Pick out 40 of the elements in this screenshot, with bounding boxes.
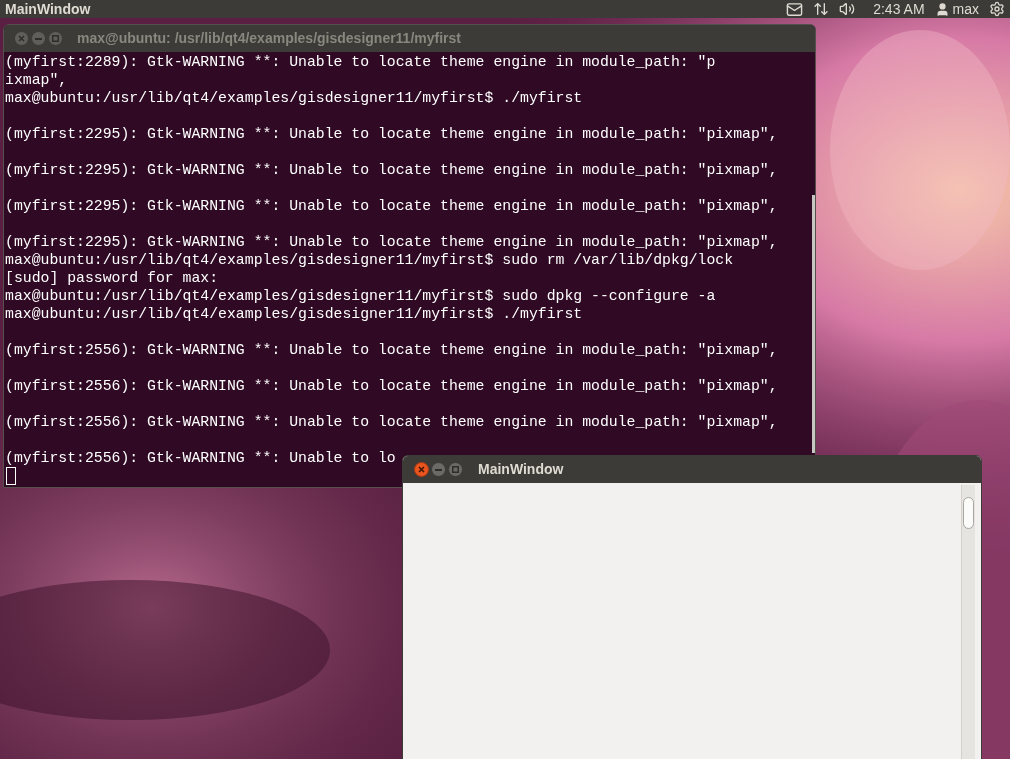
minimize-button[interactable]	[431, 462, 446, 477]
maximize-icon	[452, 466, 459, 473]
scrollbar-thumb[interactable]	[812, 195, 815, 453]
window-title: max@ubuntu: /usr/lib/qt4/examples/gisdesigner11/myfirst	[77, 29, 461, 48]
mail-icon[interactable]	[786, 0, 804, 18]
terminal-line: (myfirst:2295): Gtk-WARNING **: Unable to locate theme engine in module_path: "pixmap",	[5, 125, 778, 143]
terminal-line: (myfirst:2289): Gtk-WARNING **: Unable to locate theme engine in module_path: "p	[5, 53, 716, 71]
terminal-line: (myfirst:2556): Gtk-WARNING **: Unable to locate theme engine in module_path: "pixmap",	[5, 413, 778, 431]
terminal-line: (myfirst:2556): Gtk-WARNING **: Unable to lo	[5, 449, 396, 467]
app-title: MainWindow	[5, 2, 91, 16]
scrollbar-thumb[interactable]	[963, 497, 974, 529]
close-icon	[418, 466, 425, 473]
user-name[interactable]: max	[952, 2, 979, 16]
terminal-line: max@ubuntu:/usr/lib/qt4/examples/gisdesigner11/myfirst$ sudo dpkg --configure -a	[5, 287, 716, 305]
terminal-line: (myfirst:2295): Gtk-WARNING **: Unable to locate theme engine in module_path: "pixmap",	[5, 161, 778, 179]
terminal-line: (myfirst:2295): Gtk-WARNING **: Unable to locate theme engine in module_path: "pixmap",	[5, 197, 778, 215]
network-icon[interactable]	[813, 1, 830, 17]
maximize-icon	[52, 35, 59, 42]
minimize-button[interactable]	[31, 31, 46, 46]
close-icon	[18, 35, 25, 42]
terminal-line: (myfirst:2556): Gtk-WARNING **: Unable to locate theme engine in module_path: "pixmap",	[5, 377, 778, 395]
terminal-line: max@ubuntu:/usr/lib/qt4/examples/gisdesigner11/myfirst$ ./myfirst	[5, 89, 583, 107]
terminal-line: (myfirst:2295): Gtk-WARNING **: Unable to locate theme engine in module_path: "pixmap",	[5, 233, 778, 251]
volume-icon[interactable]	[839, 1, 856, 17]
minimize-icon	[35, 37, 42, 40]
terminal-line: max@ubuntu:/usr/lib/qt4/examples/gisdesigner11/myfirst$ sudo rm /var/lib/dpkg/lock	[5, 251, 734, 269]
maximize-button[interactable]	[48, 31, 63, 46]
close-button[interactable]	[14, 31, 29, 46]
terminal-line: max@ubuntu:/usr/lib/qt4/examples/gisdesigner11/myfirst$ ./myfirst	[5, 305, 583, 323]
terminal-line: ixmap",	[5, 71, 68, 89]
user-icon[interactable]	[934, 1, 950, 17]
terminal-line: (myfirst:2556): Gtk-WARNING **: Unable to locate theme engine in module_path: "pixmap",	[5, 341, 778, 359]
clock[interactable]: 2:43 AM	[873, 2, 925, 16]
minimize-icon	[435, 468, 442, 471]
close-button[interactable]	[414, 462, 429, 477]
terminal-line: [sudo] password for max:	[5, 269, 219, 287]
settings-icon[interactable]	[989, 1, 1005, 17]
scrollbar[interactable]	[961, 485, 975, 759]
window-title: MainWindow	[478, 460, 564, 479]
maximize-button[interactable]	[448, 462, 463, 477]
